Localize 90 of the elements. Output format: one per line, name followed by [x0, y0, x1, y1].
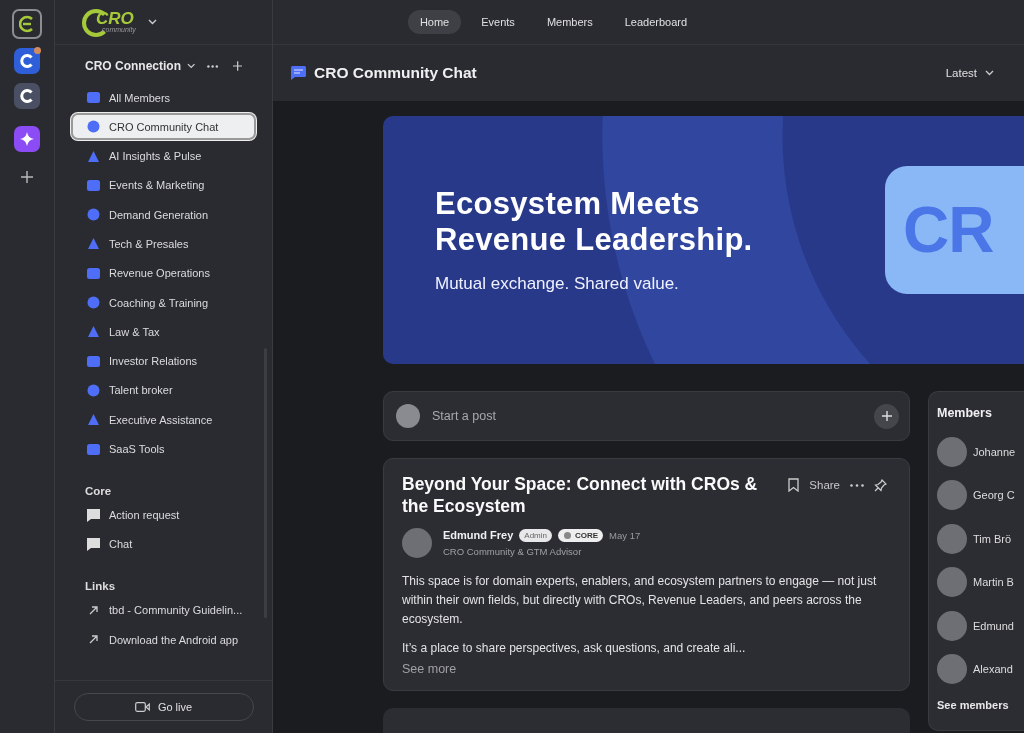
avatar: [937, 654, 967, 685]
sidebar-item[interactable]: Investor Relations: [71, 347, 256, 375]
role-badge: CORE: [558, 528, 604, 542]
sidebar-item[interactable]: Law & Tax: [71, 318, 256, 346]
avatar: [396, 404, 420, 428]
pin-icon[interactable]: [874, 478, 887, 492]
sidebar-item[interactable]: Revenue Operations: [71, 259, 256, 287]
sidebar-item[interactable]: All Members: [71, 84, 256, 111]
sidebar-item[interactable]: Coaching & Training: [71, 289, 256, 317]
sidebar-item[interactable]: Action request: [71, 501, 256, 529]
sidebar-item[interactable]: AI Insights & Pulse: [71, 142, 256, 170]
page-title: CRO Community Chat: [314, 64, 477, 82]
nav-tab[interactable]: Events: [469, 10, 527, 34]
section-title: Core: [84, 484, 113, 497]
member-name[interactable]: Johanne: [973, 445, 1016, 458]
space-icon: [86, 441, 101, 457]
sidebar-link[interactable]: Download the Android app: [71, 626, 256, 654]
sidebar-link[interactable]: tbd - Community Guidelin...: [71, 596, 256, 624]
space-icon: [86, 353, 101, 369]
member-name[interactable]: Alexand: [973, 663, 1013, 676]
space-icon: [86, 324, 101, 340]
more-icon[interactable]: [207, 64, 219, 68]
post-paragraph: It’s a place to share perspectives, ask questions, and create ali...: [402, 640, 747, 658]
avatar: [402, 527, 432, 558]
share-button[interactable]: Share: [809, 479, 840, 491]
chat-icon: [291, 66, 306, 80]
avatar: [937, 523, 967, 554]
sidebar-item[interactable]: CRO Community Chat: [71, 113, 256, 141]
post-title[interactable]: Beyond Your Space: Connect with CROs & the Ecosystem: [402, 474, 775, 518]
plus-icon: [881, 411, 892, 421]
speech-bubble-drawing: CR: [885, 166, 1024, 294]
avatar: [937, 610, 967, 641]
space-group-title[interactable]: CRO Connection: [85, 59, 181, 73]
section-title: Links: [84, 579, 117, 592]
space-icon: [86, 119, 101, 135]
role-badge: Admin: [519, 528, 552, 542]
add-button[interactable]: [874, 403, 899, 429]
member-name[interactable]: Georg C: [973, 489, 1015, 502]
space-icon: [86, 90, 101, 105]
community-switch-icon[interactable]: [14, 83, 40, 109]
post-date: May 17: [609, 529, 641, 541]
add-icon[interactable]: [232, 61, 242, 71]
see-more-link[interactable]: See more: [402, 661, 891, 676]
member-name[interactable]: Martin B: [973, 576, 1014, 589]
space-icon: [86, 236, 101, 252]
space-icon: [86, 412, 101, 428]
see-members-link[interactable]: See members: [937, 699, 1024, 711]
space-icon: [86, 207, 101, 223]
community-switch-icon[interactable]: [12, 9, 42, 39]
chat-icon: [86, 507, 101, 523]
bookmark-icon[interactable]: [788, 478, 800, 492]
go-live-button[interactable]: Go live: [73, 693, 254, 721]
space-icon: [86, 265, 101, 281]
sidebar-item[interactable]: Tech & Presales: [71, 230, 256, 258]
post-paragraph: This space is for domain experts, enablers, and ecosystem partners to engage — not just within their own fields, but directly with CROs, Revenue Leaders, and peers across the ecosystem.: [402, 572, 878, 629]
placeholder-text: Start a post: [432, 409, 496, 423]
member-name[interactable]: Tim Brö: [973, 532, 1012, 545]
sidebar-item[interactable]: Events & Marketing: [71, 171, 256, 199]
space-icon: [86, 177, 101, 193]
banner-subline: Mutual exchange. Shared value.: [435, 273, 680, 294]
sidebar-item[interactable]: Talent broker: [71, 376, 256, 404]
author-name[interactable]: Edmund Frey: [443, 529, 514, 542]
chevron-down-icon[interactable]: [187, 63, 196, 69]
sidebar-item[interactable]: Executive Assistance: [71, 406, 256, 434]
space-icon: [86, 148, 101, 164]
avatar: [937, 480, 967, 511]
chevron-down-icon: [985, 70, 994, 76]
chevron-down-icon[interactable]: [148, 19, 157, 25]
panel-title: Members: [937, 406, 993, 420]
nav-tab[interactable]: Members: [534, 10, 605, 34]
author-role: CRO Community & GTM Advisor: [443, 545, 583, 557]
sidebar-item[interactable]: Demand Generation: [71, 201, 256, 229]
avatar: [937, 436, 967, 467]
member-name[interactable]: Edmund: [973, 619, 1014, 632]
space-icon: [86, 382, 101, 398]
more-icon[interactable]: [850, 483, 864, 487]
space-icon: [86, 295, 101, 311]
add-icon[interactable]: [21, 171, 33, 183]
sidebar-item[interactable]: SaaS Tools: [71, 435, 256, 463]
community-switch-icon[interactable]: [14, 48, 40, 74]
post-composer[interactable]: Start a post: [383, 391, 910, 441]
nav-tab[interactable]: Leaderboard: [612, 10, 700, 34]
sidebar-item[interactable]: Chat: [71, 530, 256, 558]
video-camera-icon: [134, 702, 150, 712]
banner-headline: Ecosystem Meets Revenue Leadership.: [435, 186, 754, 258]
chat-icon: [86, 536, 101, 552]
nav-tab[interactable]: Home: [407, 10, 462, 34]
sort-dropdown[interactable]: Latest: [939, 66, 1000, 80]
sparkle-icon[interactable]: [14, 126, 40, 152]
avatar: [937, 567, 967, 598]
